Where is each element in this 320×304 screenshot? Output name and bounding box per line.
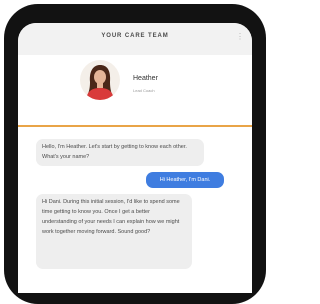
coach-name: Heather (133, 75, 158, 82)
incoming-message: Hello, I'm Heather. Let's start by getti… (36, 139, 204, 166)
more-vertical-icon[interactable]: ⋮ (236, 32, 244, 41)
phone-frame: YOUR CARE TEAM ⋮ Heather Lead Coach Hell… (4, 4, 266, 304)
incoming-message: Hi Dani. During this initial session, I'… (36, 194, 192, 269)
app-header: YOUR CARE TEAM ⋮ (18, 23, 252, 55)
coach-profile[interactable]: Heather Lead Coach (18, 55, 252, 125)
chat-thread[interactable]: Hello, I'm Heather. Let's start by getti… (18, 127, 252, 293)
page-title: YOUR CARE TEAM (101, 33, 169, 39)
avatar (80, 60, 120, 100)
coach-role: Lead Coach (133, 88, 155, 93)
phone-screen: YOUR CARE TEAM ⋮ Heather Lead Coach Hell… (18, 23, 252, 293)
coach-avatar-image (80, 60, 120, 100)
outgoing-message: Hi Heather, I'm Dani. (146, 172, 224, 188)
